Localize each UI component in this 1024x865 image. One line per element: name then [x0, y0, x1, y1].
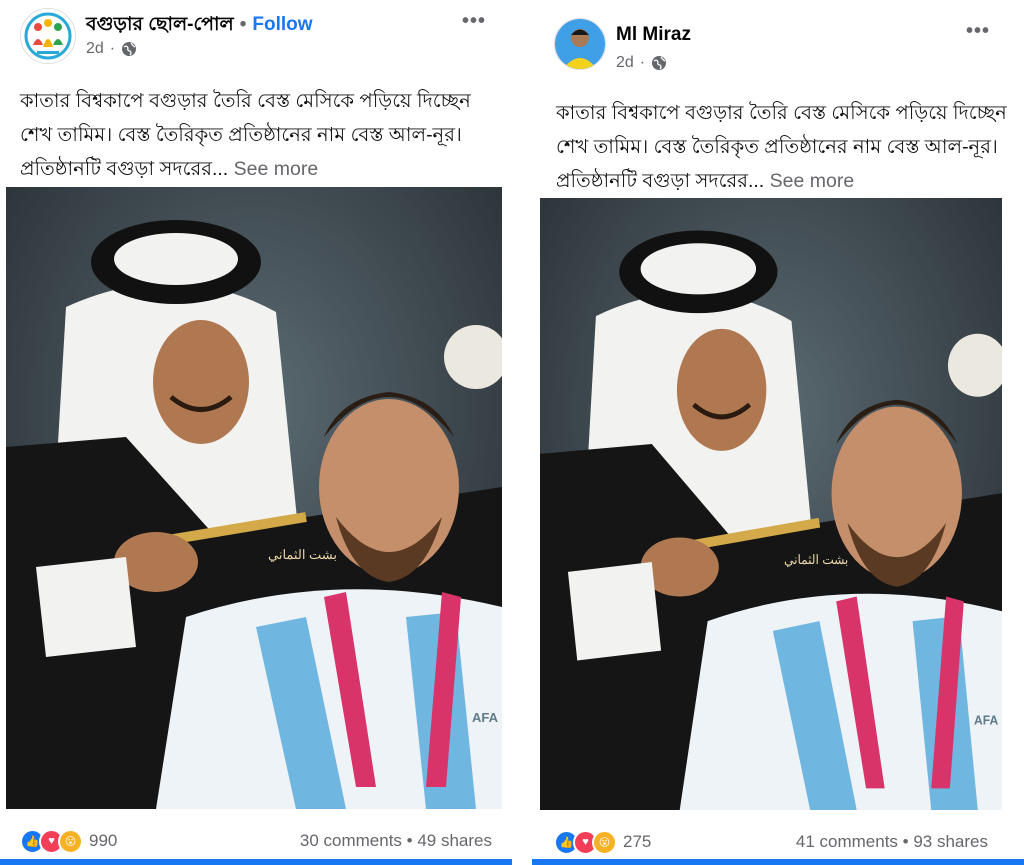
- see-more-link[interactable]: See more: [234, 158, 319, 180]
- post-text: কাতার বিশ্বকাপে বগুড়ার তৈরি বেস্ত মেসিক…: [20, 84, 498, 186]
- follow-button[interactable]: Follow: [252, 14, 312, 35]
- user-avatar[interactable]: [554, 18, 606, 70]
- post-photo[interactable]: بشت الثماني AFA: [540, 198, 1002, 810]
- author-row: বগুড়ার ছোল-পোল • Follow: [86, 10, 313, 42]
- comments-shares[interactable]: 30 comments • 49 shares: [300, 831, 492, 851]
- post-text: কাতার বিশ্বকাপে বগুড়ার তৈরি বেস্ত মেসিক…: [556, 96, 1010, 198]
- post-time[interactable]: 2d: [616, 54, 634, 72]
- author-row: Ml Miraz: [616, 24, 691, 46]
- wow-icon: 😮: [592, 829, 617, 855]
- jersey-badge: AFA: [974, 713, 998, 727]
- sash-text: بشت الثماني: [268, 547, 337, 562]
- gutter: [512, 0, 532, 865]
- reaction-icons[interactable]: 👍 ♥ 😮: [20, 828, 83, 854]
- author-name[interactable]: বগুড়ার ছোল-পোল: [86, 14, 234, 35]
- separator-dot: •: [239, 14, 247, 35]
- bottom-accent-bar: [0, 859, 512, 865]
- bottom-accent-bar: [532, 859, 1024, 865]
- post-time[interactable]: 2d: [86, 40, 104, 58]
- page-avatar[interactable]: [20, 8, 76, 64]
- post-header: বগুড়ার ছোল-পোল • Follow 2d · •••: [20, 8, 492, 66]
- reaction-icons[interactable]: 👍 ♥ 😮: [554, 829, 617, 855]
- post-meta: 2d ·: [86, 40, 137, 58]
- globe-icon: [122, 42, 137, 56]
- see-more-link[interactable]: See more: [770, 170, 855, 192]
- post-header: Ml Miraz 2d · •••: [554, 18, 1004, 76]
- sash-text: بشت الثماني: [784, 553, 848, 567]
- post-footer: 👍 ♥ 😮 990 30 comments • 49 shares: [20, 826, 492, 856]
- author-name[interactable]: Ml Miraz: [616, 24, 691, 45]
- comments-shares[interactable]: 41 comments • 93 shares: [796, 832, 988, 852]
- more-dots-icon[interactable]: •••: [462, 10, 486, 33]
- post-card-left: বগুড়ার ছোল-পোল • Follow 2d · ••• কাতার বি…: [0, 0, 512, 865]
- post-footer: 👍 ♥ 😮 275 41 comments • 93 shares: [554, 827, 988, 857]
- jersey-badge: AFA: [472, 710, 499, 725]
- post-card-right: Ml Miraz 2d · ••• কাতার বিশ্বকাপে বগুড়া…: [532, 0, 1024, 865]
- reaction-count[interactable]: 275: [623, 832, 651, 852]
- post-meta: 2d ·: [616, 54, 667, 72]
- post-photo[interactable]: بشت الثماني AFA: [6, 187, 502, 809]
- reaction-count[interactable]: 990: [89, 831, 117, 851]
- globe-icon: [652, 56, 667, 70]
- wow-icon: 😮: [58, 828, 83, 854]
- more-dots-icon[interactable]: •••: [966, 20, 990, 43]
